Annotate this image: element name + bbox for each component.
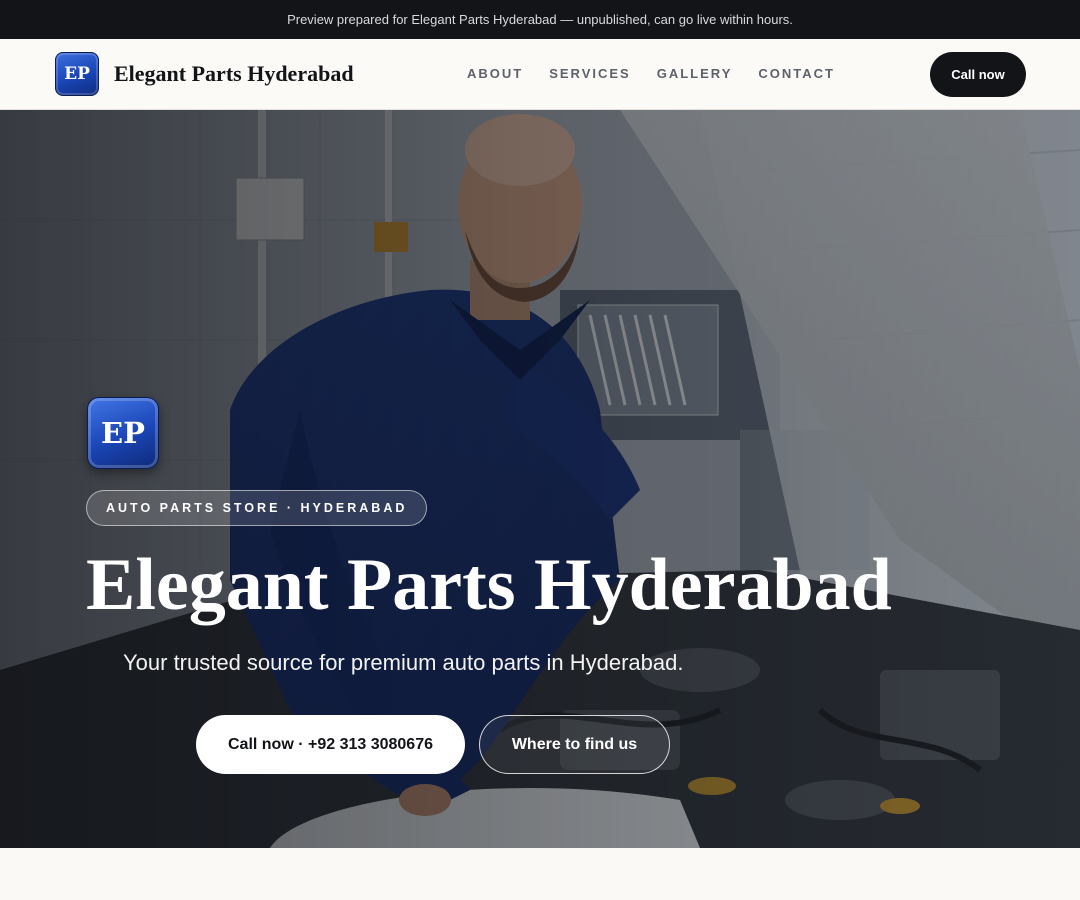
nav-link-services[interactable]: SERVICES <box>549 66 631 81</box>
site-header: EP Elegant Parts Hyderabad ABOUT SERVICE… <box>0 39 1080 110</box>
hero-category-tag: AUTO PARTS STORE · HYDERABAD <box>86 490 428 526</box>
main-nav: ABOUT SERVICES GALLERY CONTACT <box>467 66 835 81</box>
logo-initials: EP <box>64 64 90 84</box>
hero-call-button[interactable]: Call now · +92 313 3080676 <box>196 715 465 774</box>
hero-subtitle: Your trusted source for premium auto par… <box>123 650 684 675</box>
preview-banner-text: Preview prepared for Elegant Parts Hyder… <box>287 12 793 27</box>
logo-badge[interactable]: EP <box>55 52 99 96</box>
preview-banner: Preview prepared for Elegant Parts Hyder… <box>0 0 1080 39</box>
header-call-button[interactable]: Call now <box>930 52 1026 97</box>
hero-location-button[interactable]: Where to find us <box>479 715 670 774</box>
hero-logo-badge: EP <box>87 397 159 469</box>
hero-section: EP AUTO PARTS STORE · HYDERABAD Elegant … <box>0 110 1080 848</box>
hero-logo-initials: EP <box>101 416 145 450</box>
brand-name[interactable]: Elegant Parts Hyderabad <box>114 61 354 87</box>
nav-link-about[interactable]: ABOUT <box>467 66 523 81</box>
nav-link-contact[interactable]: CONTACT <box>758 66 835 81</box>
nav-link-gallery[interactable]: GALLERY <box>657 66 733 81</box>
hero-title: Elegant Parts Hyderabad <box>86 544 892 626</box>
